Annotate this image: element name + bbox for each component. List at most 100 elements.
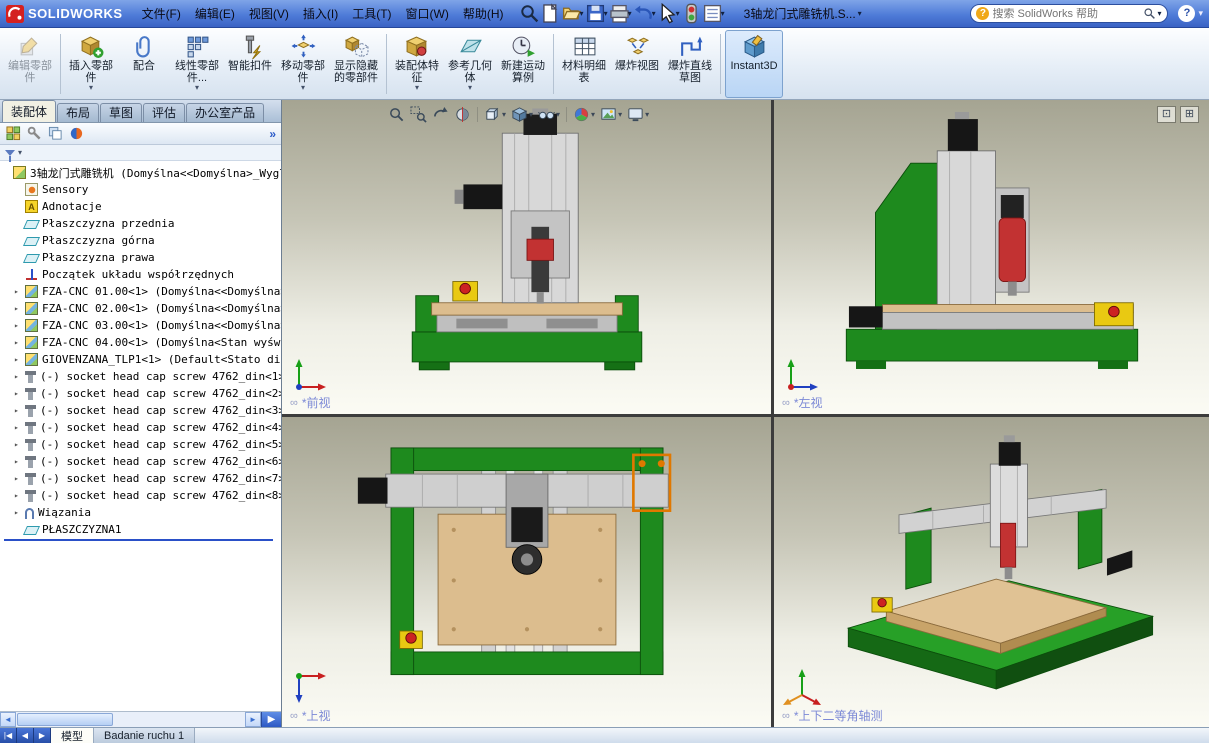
help-caret-icon[interactable]: ▾ [1198, 8, 1203, 19]
section-view-button[interactable] [452, 104, 473, 124]
bill-of-materials-button[interactable]: 材料明细表 [558, 30, 610, 98]
assembly-features-caret-icon[interactable]: ▾ [415, 84, 419, 92]
propertymanager-tab-button[interactable] [26, 125, 43, 142]
tab-evaluate[interactable]: 评估 [143, 103, 185, 122]
tree-item-sensors[interactable]: Sensory [2, 181, 281, 198]
expander-icon[interactable]: ▸ [14, 389, 25, 398]
tree-item-component[interactable]: ▸ FZA-CNC 02.00<1> (Domyślna<<Domyślna>_… [2, 300, 281, 317]
rebuild-button[interactable] [681, 3, 702, 24]
menu-edit[interactable]: 编辑(E) [188, 2, 242, 25]
linear-pattern-caret-icon[interactable]: ▾ [195, 84, 199, 92]
menu-view[interactable]: 视图(V) [242, 2, 296, 25]
tree-item-annotations[interactable]: Adnotacje [2, 198, 281, 215]
expander-icon[interactable]: ▸ [14, 423, 25, 432]
tab-model[interactable]: 模型 [51, 728, 94, 743]
expander-icon[interactable]: ▸ [14, 338, 25, 347]
previous-view-corner-button[interactable]: ⊡ [1157, 106, 1176, 123]
new-motion-study-button[interactable]: 新建运动算例 [497, 30, 549, 98]
scroll-right-button[interactable]: ► [245, 712, 261, 727]
previous-view-button[interactable] [430, 104, 451, 124]
new-document-button[interactable] [540, 3, 561, 24]
configurationmanager-tab-button[interactable] [47, 125, 64, 142]
properties-caret-icon[interactable]: ▾ [721, 9, 725, 18]
expander-icon[interactable]: ▸ [14, 474, 25, 483]
tree-item-assembly-root[interactable]: 3轴龙门式雕铣机 (Domyślna<<Domyślna>_Wygląd [2, 164, 281, 181]
print-caret-icon[interactable]: ▾ [628, 9, 632, 18]
panel-more-chevrons[interactable]: » [269, 127, 276, 141]
tree-item-component[interactable]: ▸ FZA-CNC 01.00<1> (Domyślna<<Domyślna>_… [2, 283, 281, 300]
zoom-area-button[interactable] [408, 104, 429, 124]
expander-icon[interactable]: ▸ [14, 406, 25, 415]
tree-item-top-plane[interactable]: Płaszczyzna górna [2, 232, 281, 249]
featuremanager-tab-button[interactable] [5, 125, 22, 142]
show-hidden-components-button[interactable]: 显示隐藏的零部件 [330, 30, 382, 98]
save-caret-icon[interactable]: ▾ [604, 9, 608, 18]
reference-geometry-button[interactable]: 参考几何体 ▾ [444, 30, 496, 98]
tree-item-screw[interactable]: ▸ (-) socket head cap screw 4762_din<2> … [2, 385, 281, 402]
exploded-view-button[interactable]: 爆炸视图 [611, 30, 663, 98]
tree-item-screw[interactable]: ▸ (-) socket head cap screw 4762_din<6> … [2, 453, 281, 470]
expander-icon[interactable]: ▸ [14, 304, 25, 313]
nav-next-button[interactable]: ▶ [34, 728, 51, 743]
expander-icon[interactable]: ▸ [14, 491, 25, 500]
apply-scene-button[interactable]: ▾ [598, 104, 624, 124]
tree-item-plane1[interactable]: PŁASZCZYZNA1 [2, 521, 281, 538]
menu-tools[interactable]: 工具(T) [345, 2, 398, 25]
expander-icon[interactable]: ▸ [14, 287, 25, 296]
select-button[interactable] [657, 3, 678, 24]
rollback-bar[interactable] [4, 539, 273, 541]
tab-motion-study-1[interactable]: Badanie ruchu 1 [94, 728, 195, 743]
tab-office-products[interactable]: 办公室产品 [186, 103, 264, 122]
menu-window[interactable]: 窗口(W) [399, 2, 456, 25]
nav-prev-button[interactable]: ◀ [17, 728, 34, 743]
expander-icon[interactable]: ▸ [14, 508, 25, 517]
search-command-button[interactable] [519, 3, 540, 24]
tree-item-front-plane[interactable]: Płaszczyzna przednia [2, 215, 281, 232]
help-button[interactable]: ? [1178, 5, 1195, 22]
smart-fasteners-button[interactable]: 智能扣件 [224, 30, 276, 98]
display-style-button[interactable]: ▾ [509, 104, 535, 124]
menu-help[interactable]: 帮助(H) [456, 2, 511, 25]
search-input[interactable] [992, 8, 1140, 20]
tree-item-screw[interactable]: ▸ (-) socket head cap screw 4762_din<7> … [2, 470, 281, 487]
view-grid-corner-button[interactable]: ⊞ [1180, 106, 1199, 123]
tab-sketch[interactable]: 草图 [100, 103, 142, 122]
tree-item-component[interactable]: ▸ FZA-CNC 04.00<1> (Domyślna<Stan wyświe… [2, 334, 281, 351]
open-caret-icon[interactable]: ▾ [580, 9, 584, 18]
tab-layout[interactable]: 布局 [57, 103, 99, 122]
insert-components-button[interactable]: 插入零部件 ▾ [65, 30, 117, 98]
tree-item-component[interactable]: ▸ GIOVENZANA_TLP1<1> (Default<Stato di v… [2, 351, 281, 368]
reference-geometry-caret-icon[interactable]: ▾ [468, 84, 472, 92]
displaymanager-tab-button[interactable] [68, 125, 85, 142]
edit-appearance-button[interactable]: ▾ [571, 104, 597, 124]
filter-caret-icon[interactable]: ▾ [18, 148, 22, 157]
panel-expand-button[interactable]: ▶ [261, 712, 281, 727]
tree-item-screw[interactable]: ▸ (-) socket head cap screw 4762_din<4> … [2, 419, 281, 436]
viewport-front[interactable]: ∞ *前视 [282, 100, 771, 414]
search-magnifier-icon[interactable] [1143, 7, 1156, 20]
menu-file[interactable]: 文件(F) [135, 2, 188, 25]
mate-button[interactable]: 配合 [118, 30, 170, 98]
linear-component-pattern-button[interactable]: 线性零部件... ▾ [171, 30, 223, 98]
insert-components-caret-icon[interactable]: ▾ [89, 84, 93, 92]
save-button[interactable] [585, 3, 606, 24]
scroll-left-button[interactable]: ◄ [0, 712, 16, 727]
tree-item-mates[interactable]: ▸ Wiązania [2, 504, 281, 521]
tree-item-screw[interactable]: ▸ (-) socket head cap screw 4762_din<3> … [2, 402, 281, 419]
assembly-features-button[interactable]: 装配体特征 ▾ [391, 30, 443, 98]
open-button[interactable] [561, 3, 582, 24]
expander-icon[interactable]: ▸ [14, 372, 25, 381]
viewport-left[interactable]: ∞ *左视 [774, 100, 1209, 414]
expander-icon[interactable]: ▸ [14, 321, 25, 330]
scrollbar-track[interactable] [16, 712, 245, 727]
viewport-top[interactable]: ∞ *上视 [282, 417, 771, 727]
menu-insert[interactable]: 插入(I) [296, 2, 345, 25]
scrollbar-thumb[interactable] [17, 713, 113, 726]
search-caret-icon[interactable]: ▾ [1157, 9, 1161, 18]
tree-item-right-plane[interactable]: Płaszczyzna prawa [2, 249, 281, 266]
move-component-button[interactable]: 移动零部件 ▾ [277, 30, 329, 98]
tree-item-screw[interactable]: ▸ (-) socket head cap screw 4762_din<5> … [2, 436, 281, 453]
help-search-box[interactable]: ? ▾ [970, 4, 1168, 23]
undo-button[interactable] [633, 3, 654, 24]
viewport-isometric[interactable]: ∞ *上下二等角轴测 [774, 417, 1209, 727]
